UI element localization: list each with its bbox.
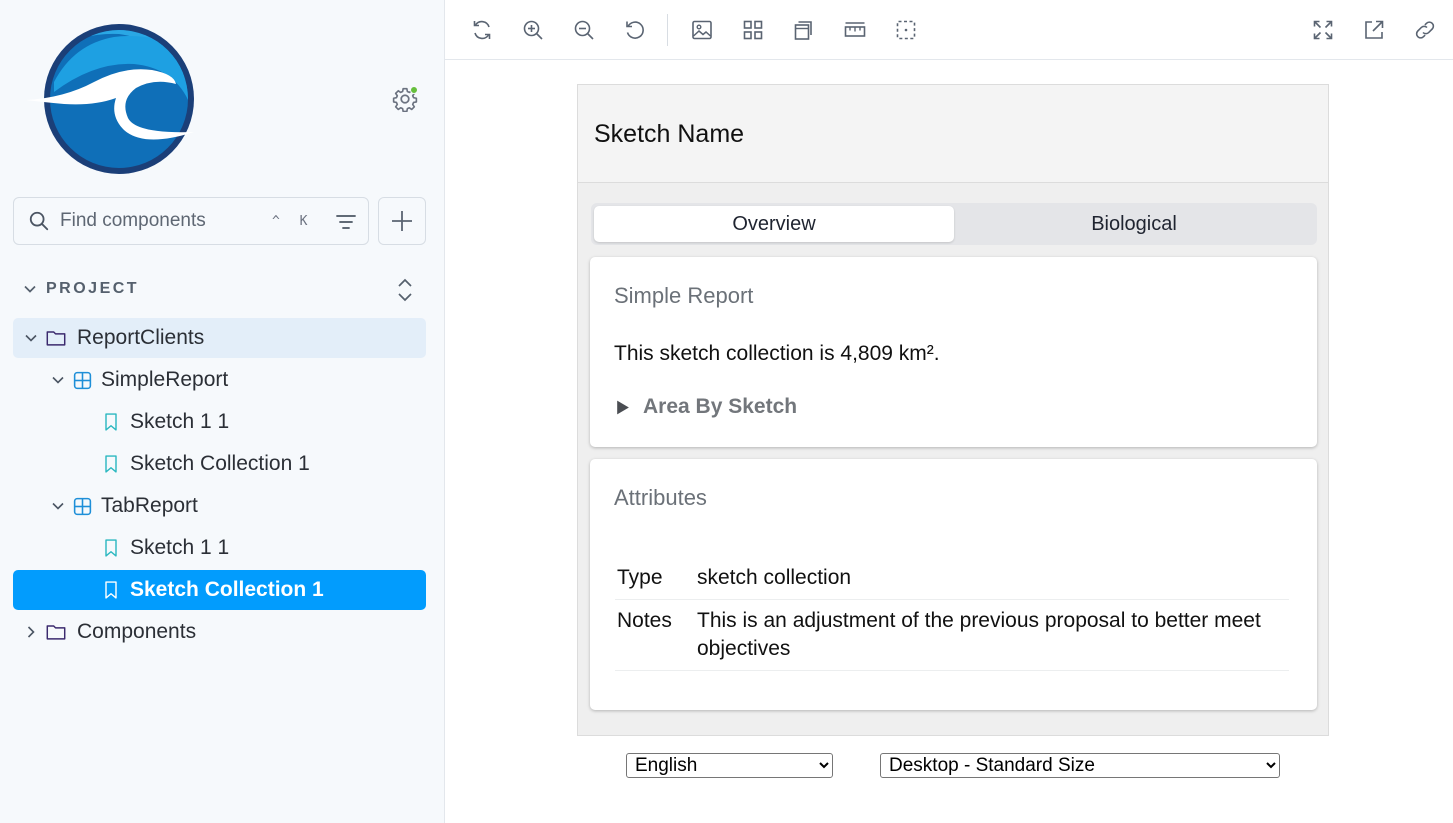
bookmark-icon bbox=[105, 455, 117, 473]
sidebar: ^ K PROJECT ReportClients SimpleReport bbox=[0, 0, 445, 823]
search-box: ^ K bbox=[13, 197, 369, 245]
card-title: Attributes bbox=[614, 485, 707, 510]
toolbar-divider bbox=[667, 14, 668, 46]
report-preview: Sketch Name Overview Biological Simple R… bbox=[577, 84, 1329, 736]
seasketch-logo bbox=[26, 24, 194, 174]
card-title: Simple Report bbox=[614, 283, 754, 308]
open-new-tab-icon[interactable] bbox=[1362, 18, 1386, 42]
chevron-down-icon bbox=[52, 376, 64, 384]
copy-link-icon[interactable] bbox=[1413, 18, 1437, 42]
component-icon bbox=[73, 371, 92, 389]
search-icon bbox=[29, 211, 49, 231]
disclosure-triangle-icon bbox=[617, 400, 629, 414]
attributes-card: Attributes Type sketch collection Notes … bbox=[590, 459, 1317, 710]
measure-icon[interactable] bbox=[843, 18, 867, 42]
tree-item-story-selected[interactable]: Sketch Collection 1 bbox=[13, 570, 426, 610]
expand-collapse-all-icon[interactable] bbox=[394, 276, 416, 304]
attribute-key: Notes bbox=[615, 599, 695, 671]
folder-icon bbox=[46, 625, 66, 640]
tree-item-story[interactable]: Sketch Collection 1 bbox=[13, 444, 426, 484]
reload-icon[interactable] bbox=[470, 18, 494, 42]
add-button[interactable] bbox=[378, 197, 426, 245]
tree-item-label: TabReport bbox=[101, 494, 198, 517]
report-title: Sketch Name bbox=[594, 120, 745, 148]
table-row: Type sketch collection bbox=[615, 557, 1289, 600]
attributes-table: Type sketch collection Notes This is an … bbox=[615, 557, 1289, 671]
chevron-down-icon bbox=[25, 334, 37, 342]
attribute-value: This is an adjustment of the previous pr… bbox=[695, 599, 1289, 671]
tab-biological[interactable]: Biological bbox=[954, 206, 1314, 242]
background-icon[interactable] bbox=[690, 18, 714, 42]
bookmark-icon bbox=[105, 539, 117, 557]
section-title: PROJECT bbox=[46, 280, 140, 297]
project-section-header[interactable]: PROJECT bbox=[22, 276, 422, 302]
reset-zoom-icon[interactable] bbox=[623, 18, 647, 42]
bookmark-icon bbox=[105, 581, 117, 599]
language-select[interactable]: English bbox=[626, 753, 833, 778]
zoom-out-icon[interactable] bbox=[572, 18, 596, 42]
fullscreen-icon[interactable] bbox=[1311, 18, 1335, 42]
tree-item-components[interactable]: Components bbox=[13, 612, 426, 652]
tree-item-label: Sketch Collection 1 bbox=[130, 578, 324, 601]
chevron-down-icon bbox=[24, 285, 36, 293]
keyboard-shortcut-hint: ^ K bbox=[272, 213, 314, 229]
attribute-value: sketch collection bbox=[695, 557, 1289, 600]
area-summary-text: This sketch collection is 4,809 km². bbox=[614, 342, 940, 365]
tree-item-label: SimpleReport bbox=[101, 368, 229, 391]
bookmark-icon bbox=[105, 413, 117, 431]
tree-item-label: Sketch 1 1 bbox=[130, 410, 230, 433]
search-input[interactable] bbox=[60, 210, 270, 232]
tree-item-label: Sketch Collection 1 bbox=[130, 452, 310, 475]
status-dot bbox=[410, 86, 418, 94]
settings-button[interactable] bbox=[392, 86, 418, 113]
viewport-size-select[interactable]: Desktop - Standard Size bbox=[880, 753, 1280, 778]
simple-report-card: Simple Report This sketch collection is … bbox=[590, 257, 1317, 447]
tree-item-tabreport[interactable]: TabReport bbox=[13, 486, 426, 526]
tree-item-story[interactable]: Sketch 1 1 bbox=[13, 402, 426, 442]
outline-icon[interactable] bbox=[792, 18, 816, 42]
tree-item-reportclients[interactable]: ReportClients bbox=[13, 318, 426, 358]
table-row: Notes This is an adjustment of the previ… bbox=[615, 599, 1289, 671]
report-header: Sketch Name bbox=[578, 85, 1328, 183]
report-tabs: Overview Biological bbox=[591, 203, 1317, 245]
chevron-right-icon bbox=[27, 626, 35, 638]
folder-icon bbox=[46, 331, 66, 346]
chevron-down-icon bbox=[52, 502, 64, 510]
area-by-sketch-toggle[interactable]: Area By Sketch bbox=[614, 395, 797, 419]
viewport-icon[interactable] bbox=[894, 18, 918, 42]
zoom-in-icon[interactable] bbox=[521, 18, 545, 42]
toggle-label: Area By Sketch bbox=[643, 395, 798, 418]
toolbar bbox=[445, 0, 1453, 60]
component-icon bbox=[73, 497, 92, 515]
filter-icon[interactable] bbox=[334, 210, 358, 234]
tree-item-label: ReportClients bbox=[77, 326, 205, 349]
tree-item-simplereport[interactable]: SimpleReport bbox=[13, 360, 426, 400]
attribute-key: Type bbox=[615, 557, 695, 600]
tree-item-label: Components bbox=[77, 620, 197, 643]
tree-item-label: Sketch 1 1 bbox=[130, 536, 230, 559]
tab-overview[interactable]: Overview bbox=[594, 206, 954, 242]
tree-item-story[interactable]: Sketch 1 1 bbox=[13, 528, 426, 568]
grid-icon[interactable] bbox=[741, 18, 765, 42]
plus-icon bbox=[392, 211, 412, 231]
